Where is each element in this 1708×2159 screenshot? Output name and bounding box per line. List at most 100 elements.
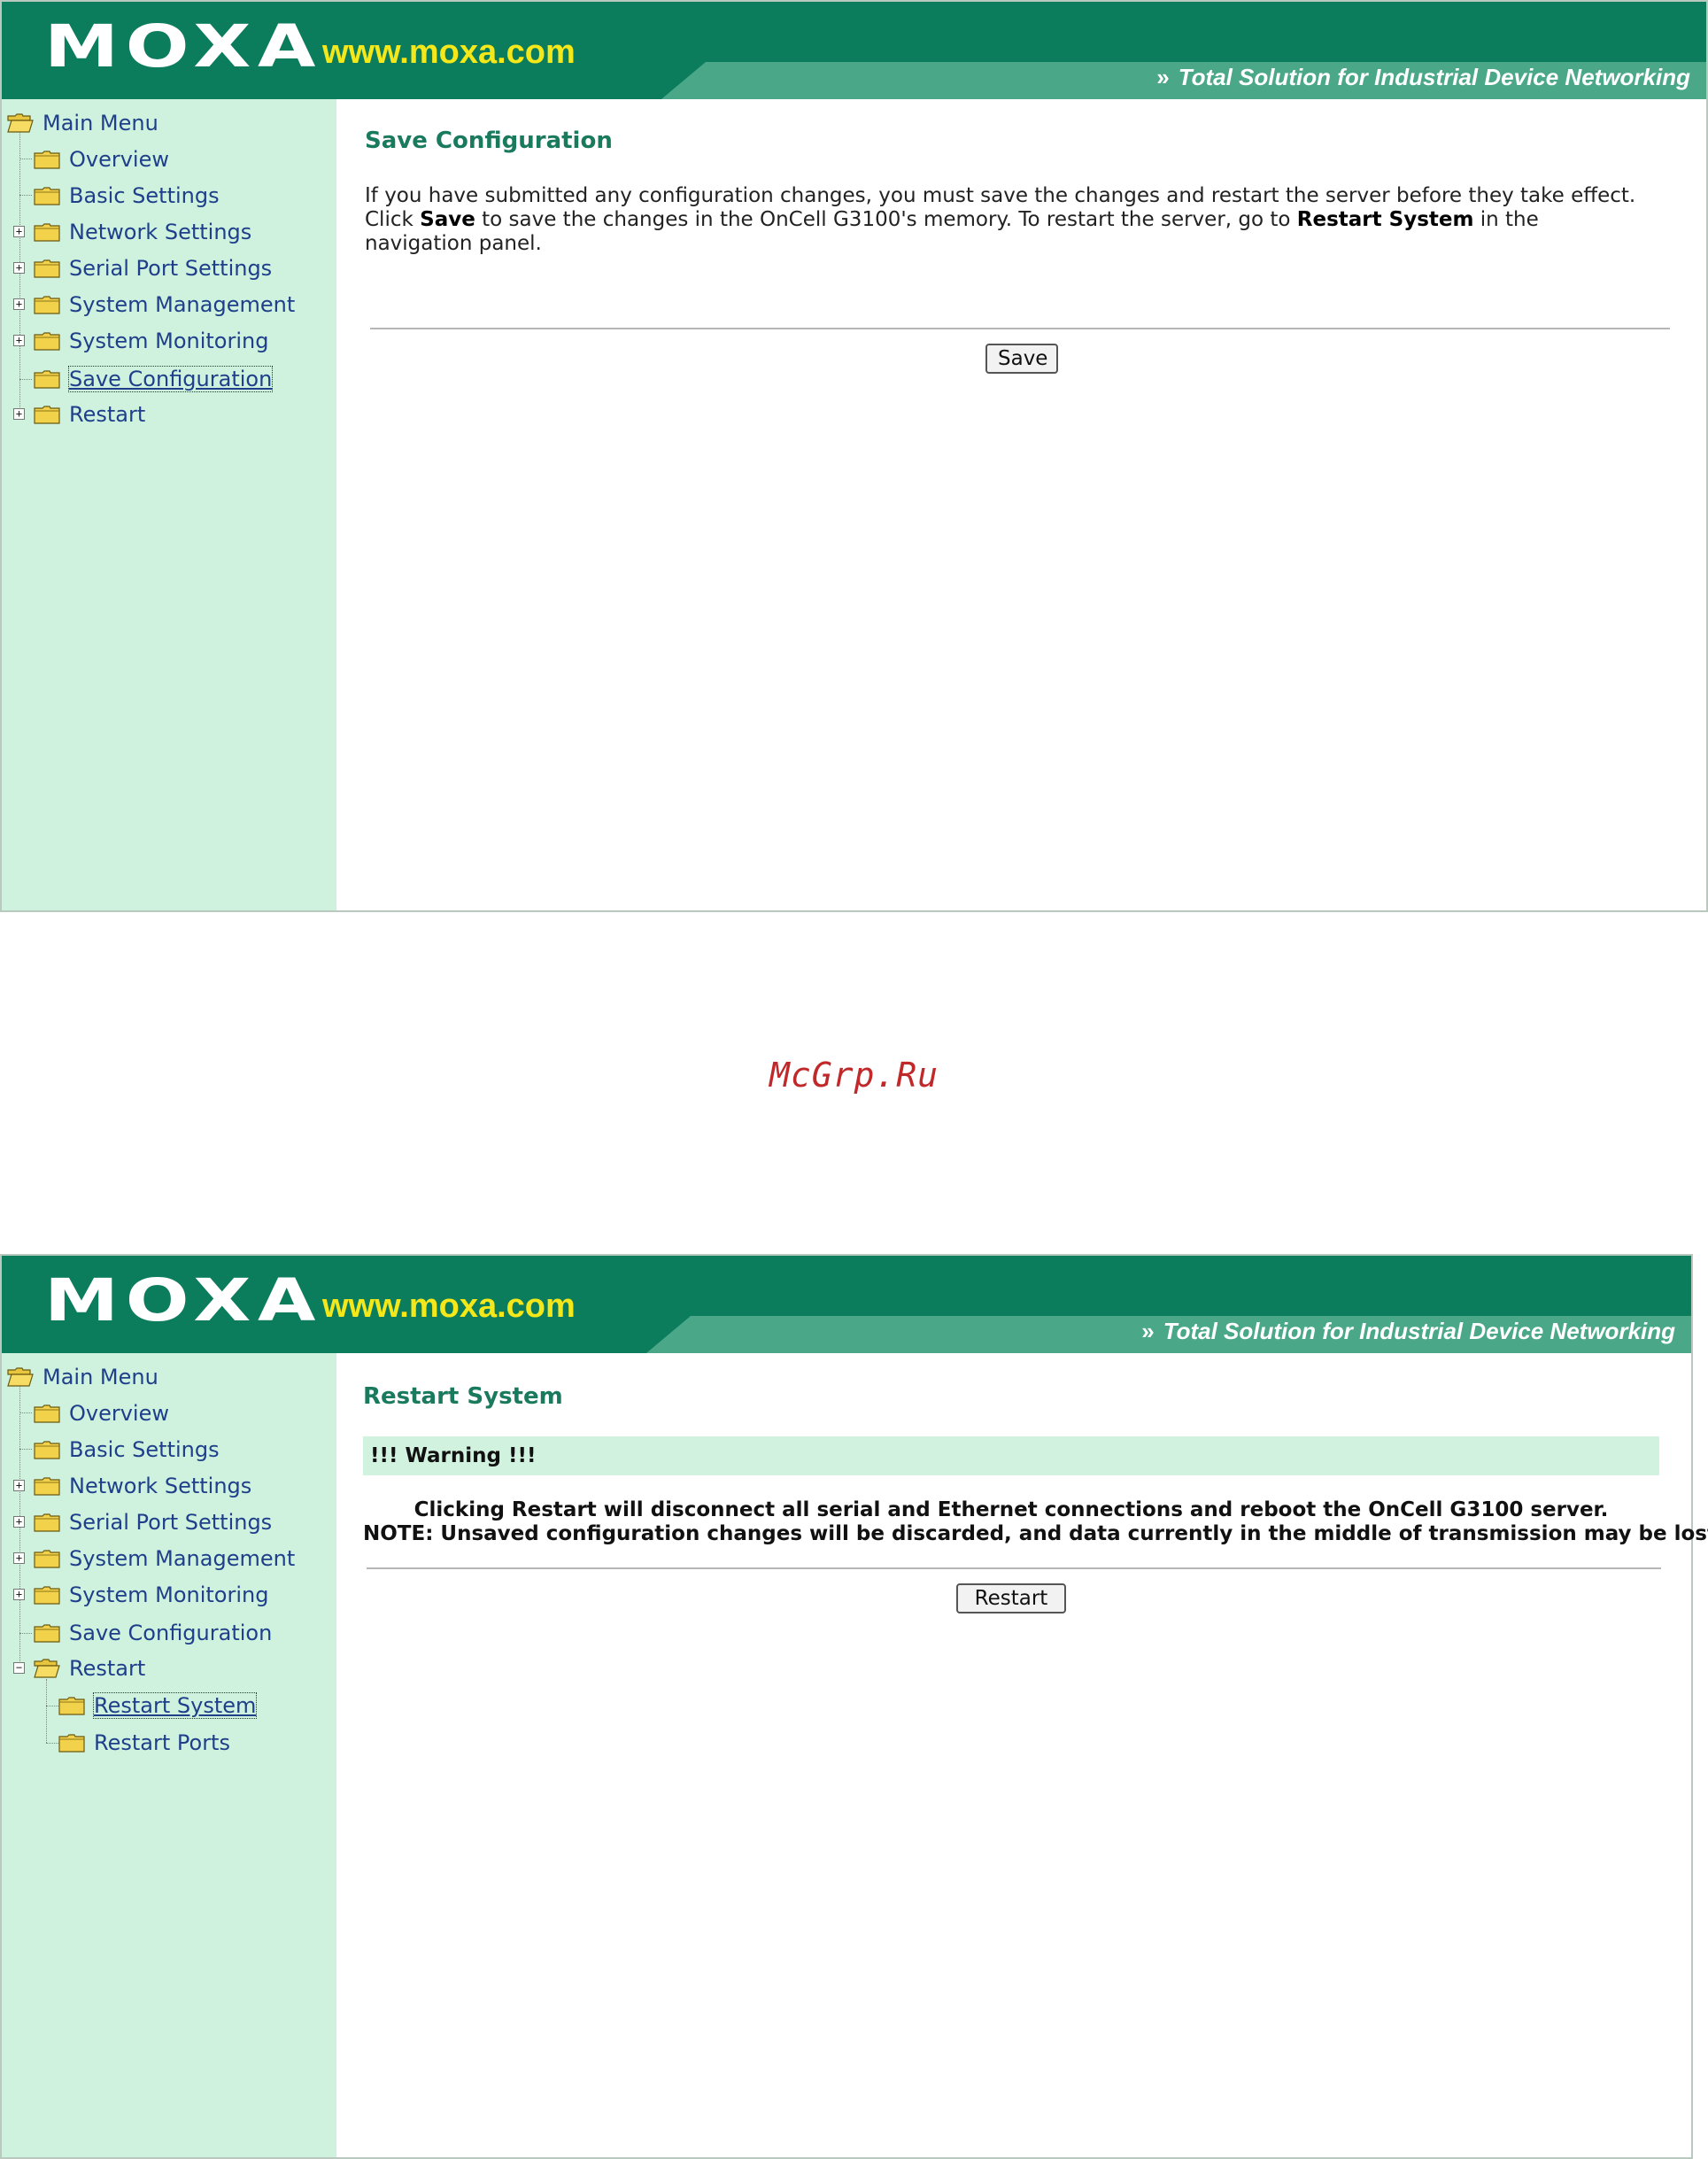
expand-plus-icon[interactable]: +	[13, 1589, 25, 1600]
restart-warning-message: Clicking Restart will disconnect all ser…	[363, 1498, 1708, 1546]
folder-icon	[34, 1585, 60, 1605]
tree-item-restart-system[interactable]: Restart System	[58, 1689, 258, 1722]
moxa-logo: MOXA	[44, 12, 323, 81]
expand-plus-icon[interactable]: +	[13, 335, 25, 346]
expand-plus-icon[interactable]: +	[13, 1480, 25, 1491]
tree-item-label: System Management	[69, 292, 296, 317]
navigation-panel: Main Menu Overview Basic Settings + Netw…	[2, 1353, 336, 2157]
description-line: If you have submitted any configuration …	[365, 184, 1636, 207]
save-button[interactable]: Save	[985, 344, 1058, 374]
tree-item-serial-port-settings[interactable]: Serial Port Settings	[34, 1505, 272, 1539]
folder-icon	[34, 186, 60, 205]
folder-open-icon	[34, 1659, 60, 1678]
expand-plus-icon[interactable]: +	[13, 226, 25, 237]
tree-item-main-menu[interactable]: Main Menu	[7, 1360, 158, 1394]
tree-item-label: Save Configuration	[69, 1621, 273, 1645]
tagline: » Total Solution for Industrial Device Ne…	[1156, 66, 1690, 89]
restart-system-screen: MOXA www.moxa.com » Total Solution for In…	[0, 1254, 1708, 2159]
divider	[367, 1567, 1661, 1569]
description-text: If you have submitted any configuration …	[365, 184, 1635, 256]
folder-icon	[34, 222, 60, 242]
tree-item-restart[interactable]: Restart	[34, 1652, 145, 1685]
tree-item-serial-port-settings[interactable]: Serial Port Settings	[34, 251, 272, 285]
tree-item-overview[interactable]: Overview	[34, 143, 169, 176]
site-url[interactable]: www.moxa.com	[322, 35, 576, 69]
tree-item-label: System Monitoring	[69, 329, 269, 353]
header-banner: MOXA www.moxa.com » Total Solution for In…	[2, 1256, 1691, 1353]
tree-line	[19, 1633, 32, 1634]
tree-line	[19, 1412, 32, 1413]
tree-item-network-settings[interactable]: Network Settings	[34, 215, 251, 249]
folder-icon	[34, 150, 60, 169]
tree-item-network-settings[interactable]: Network Settings	[34, 1469, 251, 1503]
watermark-text: McGrp.Ru	[769, 1056, 939, 1095]
tree-item-label: System Monitoring	[69, 1582, 269, 1607]
save-configuration-screen: MOXA www.moxa.com » Total Solution for In…	[0, 0, 1708, 912]
tree-line	[46, 1743, 58, 1744]
folder-icon	[34, 1476, 60, 1496]
chevron-icon: »	[1141, 1318, 1155, 1344]
tree-item-label: Restart	[69, 1656, 146, 1681]
folder-icon	[34, 405, 60, 424]
folder-icon	[58, 1696, 85, 1715]
tree-item-label: Basic Settings	[69, 1437, 220, 1462]
folder-icon	[34, 259, 60, 278]
tree-item-label: Serial Port Settings	[69, 1510, 273, 1535]
tree-item-save-configuration[interactable]: Save Configuration	[34, 362, 274, 396]
text-run: in the	[1473, 208, 1539, 231]
tree-item-label: Basic Settings	[69, 183, 220, 208]
tree-item-label: Restart System	[92, 1692, 258, 1719]
tree-item-label: Main Menu	[43, 1365, 158, 1389]
folder-icon	[34, 369, 60, 389]
tree-item-label: System Management	[69, 1546, 296, 1571]
folder-icon	[34, 1513, 60, 1532]
expand-plus-icon[interactable]: +	[13, 408, 25, 420]
collapse-minus-icon[interactable]: −	[13, 1662, 25, 1674]
header-banner: MOXA www.moxa.com » Total Solution for In…	[2, 2, 1706, 99]
tree-item-label: Main Menu	[43, 111, 158, 135]
folder-icon	[58, 1733, 85, 1753]
folder-open-icon	[7, 113, 34, 133]
folder-icon	[34, 1549, 60, 1568]
tree-item-system-management[interactable]: System Management	[34, 288, 295, 321]
tree-item-basic-settings[interactable]: Basic Settings	[34, 1433, 220, 1466]
tree-item-save-configuration[interactable]: Save Configuration	[34, 1616, 272, 1650]
tagline: » Total Solution for Industrial Device Ne…	[1141, 1319, 1675, 1343]
tree-item-main-menu[interactable]: Main Menu	[7, 106, 158, 140]
folder-icon	[34, 1623, 60, 1643]
tree-item-basic-settings[interactable]: Basic Settings	[34, 179, 220, 213]
description-line: Click Save to save the changes in the On…	[365, 208, 1635, 232]
folder-icon	[34, 1440, 60, 1459]
tree-item-label: Restart	[69, 402, 146, 427]
tree-item-label: Save Configuration	[67, 366, 274, 392]
restart-button[interactable]: Restart	[956, 1583, 1066, 1613]
warning-line: NOTE: Unsaved configuration changes will…	[363, 1522, 1708, 1545]
folder-icon	[34, 1404, 60, 1423]
tree-item-label: Serial Port Settings	[69, 256, 273, 281]
text-run: to save the changes in the OnCell G3100'…	[475, 208, 1297, 231]
tree-item-label: Network Settings	[69, 1474, 252, 1498]
tree-item-label: Overview	[69, 1401, 169, 1426]
tagline-text: Total Solution for Industrial Device Net…	[1163, 1318, 1675, 1344]
expand-plus-icon[interactable]: +	[13, 1552, 25, 1564]
expand-plus-icon[interactable]: +	[13, 298, 25, 310]
expand-plus-icon[interactable]: +	[13, 262, 25, 274]
divider	[370, 328, 1670, 329]
page-title: Save Configuration	[365, 128, 613, 154]
tree-item-system-monitoring[interactable]: System Monitoring	[34, 1578, 268, 1612]
tree-item-restart[interactable]: Restart	[34, 398, 145, 431]
chevron-icon: »	[1156, 64, 1170, 90]
content-panel: Restart System !!! Warning !!! Clicking …	[336, 1353, 1708, 2157]
tree-item-restart-ports[interactable]: Restart Ports	[58, 1726, 230, 1760]
moxa-logo: MOXA	[44, 1266, 323, 1335]
navigation-panel: Main Menu Overview Basic Settings + Netw…	[2, 99, 336, 910]
tree-item-system-management[interactable]: System Management	[34, 1542, 295, 1575]
folder-open-icon	[7, 1367, 34, 1387]
page-title: Restart System	[363, 1383, 563, 1410]
expand-plus-icon[interactable]: +	[13, 1516, 25, 1528]
description-line: navigation panel.	[365, 232, 542, 255]
site-url[interactable]: www.moxa.com	[322, 1289, 576, 1323]
tree-item-overview[interactable]: Overview	[34, 1397, 169, 1430]
tree-item-system-monitoring[interactable]: System Monitoring	[34, 324, 268, 358]
tagline-text: Total Solution for Industrial Device Net…	[1178, 64, 1690, 90]
